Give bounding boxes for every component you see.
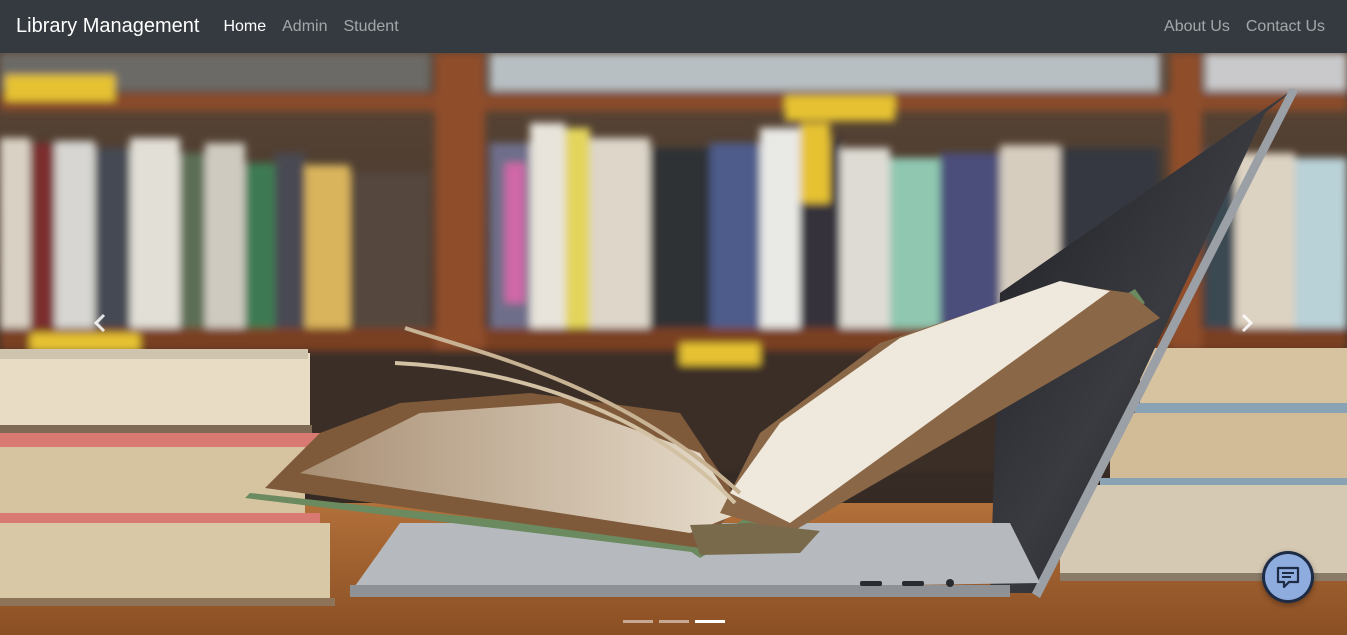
chat-button-inner [1265, 554, 1311, 600]
chevron-right-icon [1241, 313, 1254, 333]
nav-link-admin[interactable]: Admin [274, 18, 335, 36]
carousel-indicator-2[interactable] [658, 620, 689, 623]
nav-right-links: About Us Contact Us [1156, 18, 1333, 36]
carousel-slide-image [0, 53, 1347, 635]
nav-link-about-us[interactable]: About Us [1156, 18, 1238, 36]
carousel-indicator-1[interactable] [622, 620, 653, 623]
chat-button[interactable] [1262, 551, 1314, 603]
brand-title[interactable]: Library Management [16, 15, 199, 38]
carousel-indicators [0, 620, 1347, 623]
nav-left-links: Home Admin Student [215, 18, 406, 36]
nav-link-student[interactable]: Student [335, 18, 406, 36]
hero-carousel [0, 53, 1347, 635]
nav-link-home[interactable]: Home [215, 18, 274, 36]
chevron-left-icon [93, 313, 106, 333]
chat-icon [1276, 566, 1300, 589]
navbar: Library Management Home Admin Student Ab… [0, 0, 1347, 53]
nav-link-contact-us[interactable]: Contact Us [1238, 18, 1333, 36]
carousel-next-button[interactable] [1227, 305, 1267, 341]
carousel-prev-button[interactable] [80, 305, 120, 341]
carousel-indicator-3[interactable] [694, 620, 725, 623]
